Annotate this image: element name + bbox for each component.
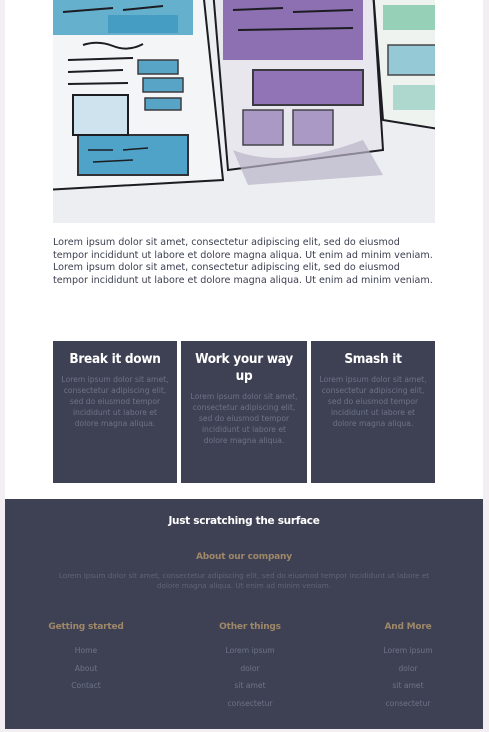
card-title: Smash it — [344, 351, 402, 367]
feature-card-smash-it: Smash it Lorem ipsum dolor sit amet, con… — [311, 341, 435, 483]
card-title: Break it down — [69, 351, 161, 367]
footer: Just scratching the surface About our co… — [5, 499, 483, 729]
footer-link[interactable]: consectetur — [190, 695, 310, 713]
footer-heading: Just scratching the surface — [168, 515, 320, 527]
footer-link[interactable]: Lorem ipsum — [348, 642, 468, 660]
footer-link[interactable]: dolor — [348, 660, 468, 678]
card-text: Lorem ipsum dolor sit amet, consectetur … — [61, 375, 169, 428]
footer-column-title: And More — [384, 622, 432, 632]
intro-paragraph: Lorem ipsum dolor sit amet, consectetur … — [53, 237, 433, 286]
footer-link-about[interactable]: About — [26, 660, 146, 678]
feature-cards: Break it down Lorem ipsum dolor sit amet… — [53, 341, 435, 483]
footer-link[interactable]: consectetur — [348, 695, 468, 713]
about-text: Lorem ipsum dolor sit amet, consectetur … — [58, 571, 430, 590]
footer-link[interactable]: Lorem ipsum — [190, 642, 310, 660]
card-text: Lorem ipsum dolor sit amet, consectetur … — [190, 392, 298, 445]
footer-column-getting-started: Getting started Home About Contact — [26, 622, 146, 695]
feature-card-work-your-way-up: Work your way up Lorem ipsum dolor sit a… — [181, 341, 307, 483]
about-title: About our company — [196, 552, 292, 562]
wireframe-sketch-illustration — [53, 0, 435, 223]
hero-sketch-image — [53, 0, 435, 223]
footer-link-contact[interactable]: Contact — [26, 677, 146, 695]
footer-link-home[interactable]: Home — [26, 642, 146, 660]
footer-link[interactable]: dolor — [190, 660, 310, 678]
card-text: Lorem ipsum dolor sit amet, consectetur … — [319, 375, 427, 428]
footer-column-title: Other things — [219, 622, 281, 632]
footer-column-title: Getting started — [48, 622, 124, 632]
card-title: Work your way up — [195, 351, 293, 384]
footer-link[interactable]: sit amet — [348, 677, 468, 695]
footer-link[interactable]: sit amet — [190, 677, 310, 695]
footer-column-other-things: Other things Lorem ipsum dolor sit amet … — [190, 622, 310, 712]
feature-card-break-it-down: Break it down Lorem ipsum dolor sit amet… — [53, 341, 177, 483]
email-page: Lorem ipsum dolor sit amet, consectetur … — [5, 0, 483, 729]
footer-column-and-more: And More Lorem ipsum dolor sit amet cons… — [348, 622, 468, 712]
